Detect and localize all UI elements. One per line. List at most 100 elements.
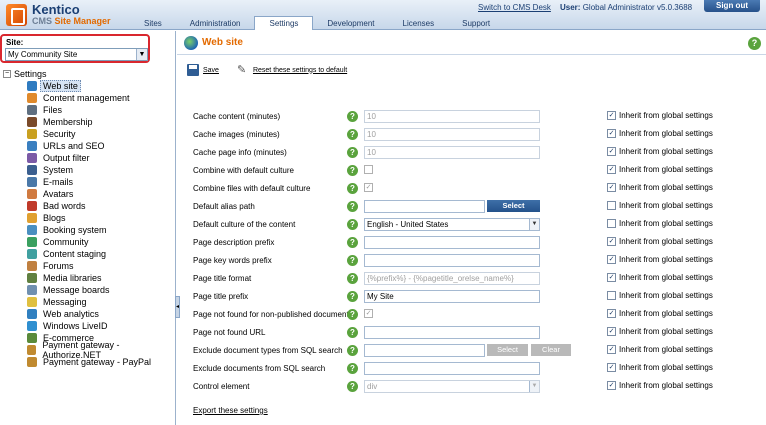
sidebar-item-output-filter[interactable]: Output filter (27, 152, 175, 164)
checkbox-icon[interactable] (607, 291, 616, 300)
sidebar-item-message-boards[interactable]: Message boards (27, 284, 175, 296)
select-button[interactable]: Select (487, 344, 528, 356)
setting-input[interactable] (364, 200, 485, 213)
checkbox-icon[interactable]: ✓ (607, 273, 616, 282)
inherit-checkbox[interactable]: ✓ Inherit from global settings (607, 381, 713, 390)
dropdown-arrow-icon[interactable]: ▼ (529, 381, 539, 392)
help-icon[interactable]: ? (748, 37, 761, 50)
wrench-icon[interactable]: ✎ (237, 64, 249, 76)
help-icon[interactable]: ? (347, 129, 358, 140)
inherit-checkbox[interactable]: Inherit from global settings (607, 291, 713, 300)
checkbox-icon[interactable]: ✓ (607, 183, 616, 192)
setting-input[interactable]: 10 (364, 110, 540, 123)
sidebar-item-payment-gateway-authorize-net[interactable]: Payment gateway - Authorize.NET (27, 340, 175, 360)
setting-dropdown[interactable]: div ▼ (364, 380, 540, 393)
inherit-checkbox[interactable]: ✓ Inherit from global settings (607, 273, 713, 282)
setting-input[interactable] (364, 362, 540, 375)
sidebar-item-web-site[interactable]: Web site (27, 80, 175, 92)
setting-checkbox[interactable]: ✓ (364, 183, 373, 192)
setting-input[interactable]: {%prefix%} - {%pagetitle_orelse_name%} (364, 272, 540, 285)
inherit-checkbox[interactable]: Inherit from global settings (607, 201, 713, 210)
checkbox-icon[interactable]: ✓ (607, 129, 616, 138)
sidebar-item-membership[interactable]: Membership (27, 116, 175, 128)
setting-input[interactable] (364, 344, 485, 357)
sidebar-item-messaging[interactable]: Messaging (27, 296, 175, 308)
sidebar-item-content-staging[interactable]: Content staging (27, 248, 175, 260)
switch-to-cms-desk-link[interactable]: Switch to CMS Desk (478, 3, 551, 12)
setting-input[interactable] (364, 236, 540, 249)
dropdown-arrow-icon[interactable]: ▼ (529, 219, 539, 230)
inherit-checkbox[interactable]: ✓ Inherit from global settings (607, 111, 713, 120)
checkbox-icon[interactable] (607, 201, 616, 210)
setting-input[interactable]: My Site (364, 290, 540, 303)
help-icon[interactable]: ? (347, 183, 358, 194)
inherit-checkbox[interactable]: ✓ Inherit from global settings (607, 183, 713, 192)
sign-out-button[interactable]: Sign out (704, 0, 760, 12)
inherit-checkbox[interactable]: ✓ Inherit from global settings (607, 237, 713, 246)
sidebar-item-web-analytics[interactable]: Web analytics (27, 308, 175, 320)
checkbox-icon[interactable] (607, 219, 616, 228)
checkbox-icon[interactable]: ✓ (607, 309, 616, 318)
help-icon[interactable]: ? (347, 291, 358, 302)
sidebar-item-payment-gateway-paypal[interactable]: Payment gateway - PayPal (27, 356, 175, 368)
setting-dropdown[interactable]: English - United States ▼ (364, 218, 540, 231)
sidebar-item-e-mails[interactable]: E-mails (27, 176, 175, 188)
tab-sites[interactable]: Sites (130, 17, 176, 30)
help-icon[interactable]: ? (347, 111, 358, 122)
inherit-checkbox[interactable]: ✓ Inherit from global settings (607, 147, 713, 156)
setting-input[interactable] (364, 326, 540, 339)
tab-administration[interactable]: Administration (176, 17, 255, 30)
checkbox-icon[interactable]: ✓ (607, 255, 616, 264)
sidebar-item-forums[interactable]: Forums (27, 260, 175, 272)
inherit-checkbox[interactable]: ✓ Inherit from global settings (607, 309, 713, 318)
checkbox-icon[interactable]: ✓ (607, 381, 616, 390)
reset-settings-link[interactable]: Reset these settings to default (253, 67, 347, 74)
sidebar-item-security[interactable]: Security (27, 128, 175, 140)
site-select[interactable]: My Community Site ▼ (5, 48, 148, 61)
help-icon[interactable]: ? (347, 237, 358, 248)
help-icon[interactable]: ? (347, 219, 358, 230)
sidebar-item-bad-words[interactable]: Bad words (27, 200, 175, 212)
inherit-checkbox[interactable]: Inherit from global settings (607, 219, 713, 228)
sidebar-item-blogs[interactable]: Blogs (27, 212, 175, 224)
help-icon[interactable]: ? (347, 273, 358, 284)
setting-input[interactable] (364, 254, 540, 267)
export-settings-link[interactable]: Export these settings (193, 406, 268, 415)
setting-checkbox[interactable] (364, 165, 373, 174)
clear-button[interactable]: Clear (531, 344, 571, 356)
sidebar-item-community[interactable]: Community (27, 236, 175, 248)
inherit-checkbox[interactable]: ✓ Inherit from global settings (607, 129, 713, 138)
setting-input[interactable]: 10 (364, 128, 540, 141)
checkbox-icon[interactable]: ✓ (607, 327, 616, 336)
tab-licenses[interactable]: Licenses (389, 17, 449, 30)
help-icon[interactable]: ? (347, 201, 358, 212)
dropdown-arrow-icon[interactable]: ▼ (136, 49, 147, 60)
setting-checkbox[interactable]: ✓ (364, 309, 373, 318)
tree-root[interactable]: − Settings (3, 68, 175, 80)
help-icon[interactable]: ? (347, 147, 358, 158)
checkbox-icon[interactable]: ✓ (607, 147, 616, 156)
help-icon[interactable]: ? (347, 309, 358, 320)
tab-support[interactable]: Support (448, 17, 504, 30)
save-icon[interactable] (187, 64, 199, 76)
checkbox-icon[interactable]: ✓ (607, 345, 616, 354)
tab-development[interactable]: Development (313, 17, 388, 30)
inherit-checkbox[interactable]: ✓ Inherit from global settings (607, 255, 713, 264)
inherit-checkbox[interactable]: ✓ Inherit from global settings (607, 345, 713, 354)
help-icon[interactable]: ? (347, 381, 358, 392)
sidebar-item-avatars[interactable]: Avatars (27, 188, 175, 200)
sidebar-item-system[interactable]: System (27, 164, 175, 176)
checkbox-icon[interactable]: ✓ (607, 111, 616, 120)
checkbox-icon[interactable]: ✓ (607, 363, 616, 372)
inherit-checkbox[interactable]: ✓ Inherit from global settings (607, 363, 713, 372)
sidebar-item-urls-and-seo[interactable]: URLs and SEO (27, 140, 175, 152)
sidebar-item-windows-liveid[interactable]: Windows LiveID (27, 320, 175, 332)
sidebar-item-content-management[interactable]: Content management (27, 92, 175, 104)
help-icon[interactable]: ? (347, 255, 358, 266)
save-button[interactable]: Save (203, 67, 219, 74)
checkbox-icon[interactable]: ✓ (607, 165, 616, 174)
sidebar-item-files[interactable]: Files (27, 104, 175, 116)
inherit-checkbox[interactable]: ✓ Inherit from global settings (607, 327, 713, 336)
tab-settings[interactable]: Settings (254, 16, 314, 30)
help-icon[interactable]: ? (347, 165, 358, 176)
